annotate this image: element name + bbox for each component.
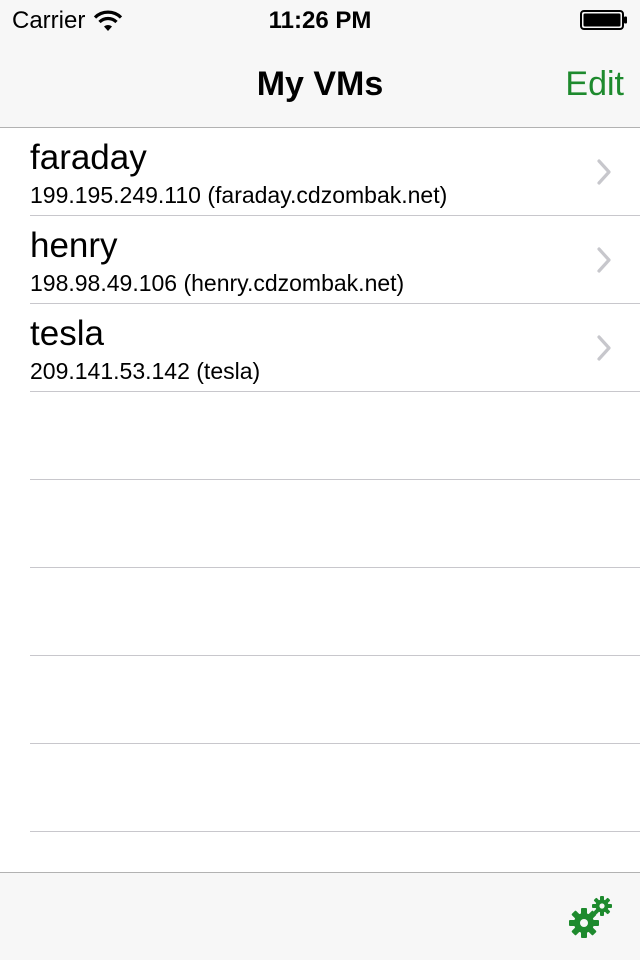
vm-name: tesla [30,314,104,353]
edit-button[interactable]: Edit [565,64,624,104]
vm-list: faraday 199.195.249.110 (faraday.cdzomba… [0,128,640,832]
page-title: My VMs [256,65,384,103]
list-item-faraday[interactable]: faraday 199.195.249.110 (faraday.cdzomba… [0,128,640,216]
gears-icon[interactable] [568,895,614,939]
empty-row [0,480,640,568]
navigation-bar: My VMs Edit [0,40,640,128]
vm-name: henry [30,226,118,265]
vm-address: 209.141.53.142 (tesla) [30,358,261,384]
chevron-right-icon [597,247,611,273]
status-time: 11:26 PM [268,7,372,34]
chevron-right-icon [597,159,611,185]
list-item-tesla[interactable]: tesla 209.141.53.142 (tesla) [0,304,640,392]
empty-row [0,744,640,832]
vm-address: 198.98.49.106 (henry.cdzombak.net) [30,270,405,296]
top-chrome: Carrier 11:26 PM My VMs Edit [0,0,640,128]
chevron-right-icon [597,335,611,361]
bottom-toolbar [0,872,640,960]
screen: Carrier 11:26 PM My VMs Edit faraday 199… [0,0,640,960]
status-bar: Carrier 11:26 PM [0,0,640,40]
list-item-henry[interactable]: henry 198.98.49.106 (henry.cdzombak.net) [0,216,640,304]
vm-name: faraday [30,138,147,177]
empty-row [0,568,640,656]
battery-icon [580,10,627,30]
empty-row [0,392,640,480]
empty-row [0,656,640,744]
vm-address: 199.195.249.110 (faraday.cdzombak.net) [30,182,448,208]
